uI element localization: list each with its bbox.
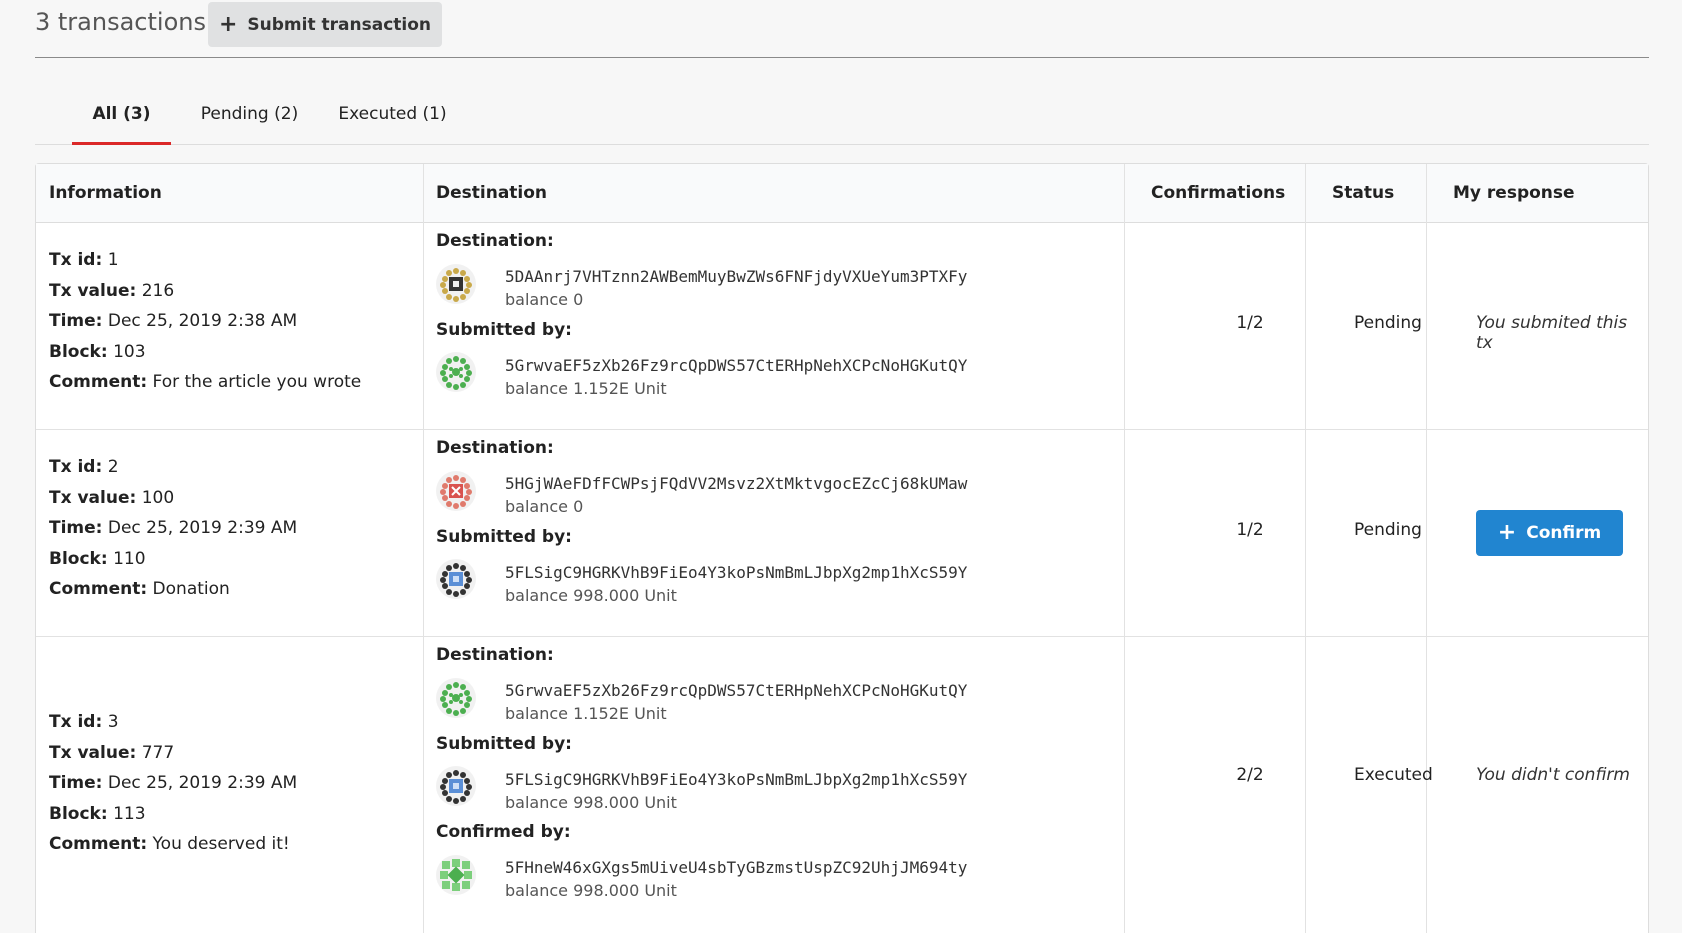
table-row: Tx id: 3 Tx value: 777 Time: Dec 25, 201…: [36, 637, 1648, 933]
column-header-status: Status: [1332, 183, 1395, 203]
confirmer-balance: balance 998.000 Unit: [505, 881, 677, 900]
confirmations-count: 2/2: [1236, 765, 1264, 785]
tab-pending[interactable]: Pending (2): [192, 100, 307, 145]
tx-time: Dec 25, 2019 2:39 AM: [107, 518, 298, 538]
identicon-gold-icon[interactable]: [436, 264, 476, 304]
tab-executed[interactable]: Executed (1): [335, 100, 450, 145]
table-row: Tx id: 1 Tx value: 216 Time: Dec 25, 201…: [36, 223, 1648, 430]
identicon-blue-icon[interactable]: [436, 766, 476, 806]
submitter-balance: balance 1.152E Unit: [505, 379, 667, 398]
plus-icon: +: [1497, 520, 1517, 545]
transactions-table: Information Destination Confirmations St…: [35, 163, 1649, 933]
tx-info: Tx id: 3 Tx value: 777 Time: Dec 25, 201…: [49, 712, 298, 854]
tx-comment: For the article you wrote: [152, 372, 362, 392]
tx-block: 110: [113, 548, 146, 569]
destination-label: Destination:: [436, 645, 554, 665]
confirmer-address[interactable]: 5FHneW46xGXgs5mUiveU4sbTyGBzmstUspZC92Uh…: [505, 858, 967, 877]
tx-info: Tx id: 1 Tx value: 216 Time: Dec 25, 201…: [49, 250, 362, 392]
status-text: Pending: [1354, 313, 1422, 333]
submitted-by-label: Submitted by:: [436, 527, 572, 547]
destination-address[interactable]: 5GrwvaEF5zXb26Fz9rcQpDWS57CtERHpNehXCPcN…: [505, 681, 967, 700]
tx-id: 1: [107, 250, 119, 270]
table-row: Tx id: 2 Tx value: 100 Time: Dec 25, 201…: [36, 430, 1648, 637]
column-header-confirmations: Confirmations: [1151, 183, 1286, 203]
destination-address[interactable]: 5HGjWAeFDfFCWPsjFQdVV2Msvz2XtMktvgocEZcC…: [505, 474, 967, 493]
tab-all[interactable]: All (3): [72, 100, 171, 145]
destination-balance: balance 0: [505, 497, 584, 516]
tx-value: 100: [141, 487, 175, 508]
tx-block: 103: [113, 341, 146, 362]
destination-address[interactable]: 5DAAnrj7VHTznn2AWBemMuyBwZWs6FNFjdyVXUeY…: [505, 267, 967, 286]
submit-transaction-button[interactable]: + Submit transaction: [208, 2, 442, 47]
identicon-red-icon[interactable]: [436, 471, 476, 511]
submitter-balance: balance 998.000 Unit: [505, 586, 677, 605]
tab-bar: All (3) Pending (2) Executed (1): [35, 100, 1649, 145]
tx-block: 113: [113, 803, 146, 824]
status-text: Pending: [1354, 520, 1422, 540]
tx-time: Dec 25, 2019 2:39 AM: [107, 773, 298, 793]
submitted-by-label: Submitted by:: [436, 734, 572, 754]
column-header-destination: Destination: [436, 183, 548, 203]
confirm-label: Confirm: [1526, 523, 1602, 543]
table-header: Information Destination Confirmations St…: [36, 164, 1648, 223]
identicon-lightgreen-icon[interactable]: [436, 855, 476, 895]
status-text: Executed: [1354, 765, 1433, 785]
tx-time: Dec 25, 2019 2:38 AM: [107, 311, 298, 331]
destination-label: Destination:: [436, 231, 554, 251]
my-response-text: You submited this tx: [1476, 313, 1628, 353]
destination-balance: balance 1.152E Unit: [505, 704, 667, 723]
identicon-green-icon[interactable]: [436, 352, 476, 392]
column-header-information: Information: [49, 183, 162, 203]
plus-icon: +: [218, 11, 238, 37]
confirmations-count: 1/2: [1236, 313, 1264, 333]
identicon-green-icon[interactable]: [436, 678, 476, 718]
tx-comment: You deserved it!: [152, 834, 290, 854]
identicon-blue-icon[interactable]: [436, 559, 476, 599]
page-title: 3 transactions: [35, 8, 206, 36]
column-header-my-response: My response: [1453, 183, 1575, 203]
submitted-by-label: Submitted by:: [436, 320, 572, 340]
submitter-address[interactable]: 5GrwvaEF5zXb26Fz9rcQpDWS57CtERHpNehXCPcN…: [505, 356, 967, 375]
tx-id: 3: [107, 712, 119, 732]
tx-comment: Donation: [152, 579, 230, 599]
confirmations-count: 1/2: [1236, 520, 1264, 540]
tx-value: 777: [141, 742, 175, 763]
destination-label: Destination:: [436, 438, 554, 458]
destination-balance: balance 0: [505, 290, 584, 309]
confirmed-by-label: Confirmed by:: [436, 822, 571, 842]
page-header: 3 transactions + Submit transaction: [35, 0, 1649, 58]
tx-value: 216: [141, 280, 175, 301]
submitter-balance: balance 998.000 Unit: [505, 793, 677, 812]
tx-info: Tx id: 2 Tx value: 100 Time: Dec 25, 201…: [49, 457, 298, 599]
submitter-address[interactable]: 5FLSigC9HGRKVhB9FiEo4Y3koPsNmBmLJbpXg2mp…: [505, 563, 967, 582]
tx-id: 2: [107, 457, 119, 477]
confirm-button[interactable]: + Confirm: [1476, 510, 1623, 556]
submitter-address[interactable]: 5FLSigC9HGRKVhB9FiEo4Y3koPsNmBmLJbpXg2mp…: [505, 770, 967, 789]
my-response-text: You didn't confirm: [1476, 765, 1630, 785]
submit-transaction-label: Submit transaction: [247, 14, 432, 35]
